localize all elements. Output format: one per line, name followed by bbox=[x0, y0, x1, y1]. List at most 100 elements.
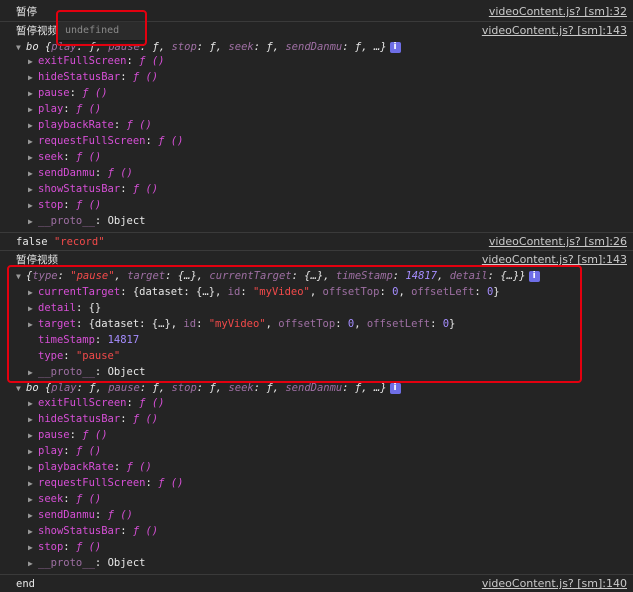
log-string: "record" bbox=[53, 236, 105, 248]
property-row[interactable]: ▶ sendDanmu: ƒ () bbox=[0, 165, 633, 181]
collapsed-triangle-icon[interactable]: ▶ bbox=[28, 412, 38, 428]
collapsed-triangle-icon[interactable]: ▶ bbox=[28, 198, 38, 214]
property-row[interactable]: ▶ exitFullScreen: ƒ () bbox=[0, 53, 633, 69]
proto-row[interactable]: ▶ __proto__: Object bbox=[0, 555, 633, 571]
property-row[interactable]: ▶ playbackRate: ƒ () bbox=[0, 459, 633, 475]
source-link[interactable]: videoContent.js? [sm]:26 bbox=[489, 234, 627, 250]
summary-key: seek bbox=[228, 382, 254, 394]
collapsed-triangle-icon[interactable]: ▶ bbox=[28, 182, 38, 198]
property-key: playbackRate bbox=[38, 119, 114, 131]
property-row[interactable]: ▶ play: ƒ () bbox=[0, 101, 633, 117]
row-separator bbox=[0, 574, 633, 575]
property-row[interactable]: ▶ requestFullScreen: ƒ () bbox=[0, 133, 633, 149]
property-row[interactable]: ▶ requestFullScreen: ƒ () bbox=[0, 475, 633, 491]
summary-value: ƒ bbox=[152, 382, 159, 394]
collapsed-triangle-icon[interactable]: ▶ bbox=[28, 540, 38, 556]
summary-value: ƒ bbox=[209, 382, 216, 394]
source-link[interactable]: videoContent.js? [sm]:140 bbox=[482, 576, 627, 592]
function-value: ƒ () bbox=[75, 199, 102, 211]
property-key: requestFullScreen bbox=[38, 135, 146, 147]
object-suffix: …} bbox=[373, 41, 387, 53]
property-row[interactable]: ▶ playbackRate: ƒ () bbox=[0, 117, 633, 133]
function-value: ƒ () bbox=[158, 135, 184, 147]
log-boolean: false bbox=[16, 236, 48, 248]
collapsed-triangle-icon[interactable]: ▶ bbox=[28, 428, 38, 444]
function-value: ƒ () bbox=[126, 119, 152, 131]
collapsed-triangle-icon[interactable]: ▶ bbox=[28, 86, 38, 102]
collapsed-triangle-icon[interactable]: ▶ bbox=[28, 524, 38, 540]
proto-row[interactable]: ▶ __proto__: Object bbox=[0, 213, 633, 229]
function-value: ƒ () bbox=[139, 55, 165, 67]
collapsed-triangle-icon[interactable]: ▶ bbox=[28, 492, 38, 508]
property-key: stop bbox=[38, 199, 64, 211]
function-value: ƒ () bbox=[126, 461, 152, 473]
collapsed-triangle-icon[interactable]: ▶ bbox=[28, 166, 38, 182]
summary-value: ƒ bbox=[209, 41, 216, 53]
property-key: exitFullScreen bbox=[38, 397, 127, 409]
summary-key: seek bbox=[228, 41, 254, 53]
function-value: ƒ () bbox=[139, 397, 165, 409]
summary-key: sendDanmu bbox=[285, 382, 343, 394]
console-log-row: false "record" videoContent.js? [sm]:26 bbox=[0, 234, 633, 250]
summary-value: ƒ bbox=[354, 41, 362, 53]
object-prefix: bo { bbox=[26, 382, 52, 394]
property-row[interactable]: ▶ exitFullScreen: ƒ () bbox=[0, 395, 633, 411]
function-value: ƒ () bbox=[82, 87, 108, 99]
row-separator bbox=[0, 232, 633, 233]
collapsed-triangle-icon[interactable]: ▶ bbox=[28, 460, 38, 476]
property-row[interactable]: ▶ play: ƒ () bbox=[0, 443, 633, 459]
object-suffix: …} bbox=[373, 382, 387, 394]
collapsed-triangle-icon[interactable]: ▶ bbox=[28, 54, 38, 70]
property-row[interactable]: ▶ showStatusBar: ƒ () bbox=[0, 523, 633, 539]
function-value: ƒ () bbox=[82, 429, 108, 441]
collapsed-triangle-icon[interactable]: ▶ bbox=[28, 150, 38, 166]
source-link[interactable]: videoContent.js? [sm]:143 bbox=[482, 23, 627, 39]
summary-key: pause bbox=[108, 382, 140, 394]
property-key: playbackRate bbox=[38, 461, 114, 473]
highlight-box-undefined bbox=[56, 10, 147, 46]
summary-value: ƒ bbox=[354, 382, 362, 394]
console-log-row: end videoContent.js? [sm]:140 bbox=[0, 576, 633, 592]
collapsed-triangle-icon[interactable]: ▶ bbox=[28, 134, 38, 150]
function-value: ƒ () bbox=[132, 71, 159, 83]
property-row[interactable]: ▶ pause: ƒ () bbox=[0, 85, 633, 101]
summary-key: sendDanmu bbox=[285, 41, 343, 53]
collapsed-triangle-icon[interactable]: ▶ bbox=[28, 102, 38, 118]
function-value: ƒ () bbox=[107, 167, 133, 179]
summary-key: play bbox=[51, 382, 77, 394]
collapsed-triangle-icon[interactable]: ▶ bbox=[28, 444, 38, 460]
info-icon[interactable]: i bbox=[389, 41, 401, 53]
property-row[interactable]: ▶ sendDanmu: ƒ () bbox=[0, 507, 633, 523]
property-key: play bbox=[38, 445, 64, 457]
proto-key: __proto__ bbox=[38, 215, 95, 227]
property-key: hideStatusBar bbox=[38, 71, 121, 83]
collapsed-triangle-icon[interactable]: ▶ bbox=[28, 118, 38, 134]
property-row[interactable]: ▶ seek: ƒ () bbox=[0, 491, 633, 507]
property-row[interactable]: ▶ hideStatusBar: ƒ () bbox=[0, 411, 633, 427]
function-value: ƒ () bbox=[132, 183, 159, 195]
summary-value: ƒ bbox=[266, 41, 273, 53]
log-message: 暂停 bbox=[16, 6, 37, 18]
function-value: ƒ () bbox=[75, 445, 102, 457]
summary-value: ƒ bbox=[266, 382, 273, 394]
function-value: ƒ () bbox=[75, 103, 102, 115]
property-row[interactable]: ▶ seek: ƒ () bbox=[0, 149, 633, 165]
property-row[interactable]: ▶ pause: ƒ () bbox=[0, 427, 633, 443]
summary-key: stop bbox=[171, 382, 197, 394]
info-icon[interactable]: i bbox=[389, 382, 401, 394]
source-link[interactable]: videoContent.js? [sm]:32 bbox=[489, 4, 627, 20]
collapsed-triangle-icon[interactable]: ▶ bbox=[28, 508, 38, 524]
collapsed-triangle-icon[interactable]: ▶ bbox=[28, 556, 38, 572]
collapsed-triangle-icon[interactable]: ▶ bbox=[28, 476, 38, 492]
collapsed-triangle-icon[interactable]: ▶ bbox=[28, 70, 38, 86]
property-row[interactable]: ▶ stop: ƒ () bbox=[0, 539, 633, 555]
property-key: play bbox=[38, 103, 64, 115]
collapsed-triangle-icon[interactable]: ▶ bbox=[28, 214, 38, 230]
property-row[interactable]: ▶ stop: ƒ () bbox=[0, 197, 633, 213]
property-key: showStatusBar bbox=[38, 525, 121, 537]
row-separator bbox=[0, 250, 633, 251]
property-row[interactable]: ▶ showStatusBar: ƒ () bbox=[0, 181, 633, 197]
collapsed-triangle-icon[interactable]: ▶ bbox=[28, 396, 38, 412]
property-row[interactable]: ▶ hideStatusBar: ƒ () bbox=[0, 69, 633, 85]
function-value: ƒ () bbox=[132, 525, 159, 537]
